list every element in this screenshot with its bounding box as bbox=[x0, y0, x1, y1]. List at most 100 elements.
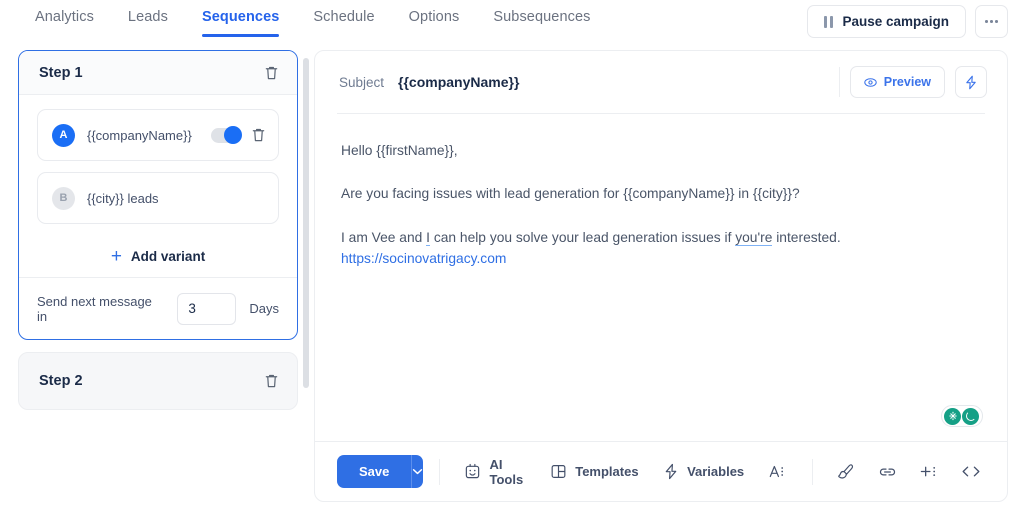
tab-analytics-label: Analytics bbox=[35, 9, 94, 25]
step-card-1[interactable]: Step 1 A {{companyName}} bbox=[18, 50, 298, 340]
variant-a-label: {{companyName}} bbox=[87, 128, 192, 143]
add-variant-label: Add variant bbox=[131, 249, 205, 264]
step-1-header: Step 1 bbox=[19, 51, 297, 95]
dots-icon-3 bbox=[995, 20, 998, 23]
dots-icon-1 bbox=[985, 20, 988, 23]
tab-subsequences-label: Subsequences bbox=[493, 9, 590, 25]
body-paragraph-2: Are you facing issues with lead generati… bbox=[341, 183, 983, 204]
ai-generate-button[interactable] bbox=[955, 66, 987, 98]
source-code-button[interactable] bbox=[953, 456, 989, 488]
tab-analytics[interactable]: Analytics bbox=[18, 9, 111, 37]
tab-options[interactable]: Options bbox=[392, 9, 477, 37]
editor-card: Subject {{companyName}} Preview bbox=[314, 50, 1008, 502]
templates-button[interactable]: Templates bbox=[541, 456, 647, 488]
variant-a-actions bbox=[211, 127, 266, 143]
main-content: Step 1 A {{companyName}} bbox=[0, 50, 1024, 521]
tab-subsequences[interactable]: Subsequences bbox=[476, 9, 607, 37]
variables-button[interactable]: Variables bbox=[654, 456, 753, 488]
grammarly-logo-icon[interactable] bbox=[962, 408, 979, 425]
dots-icon-2 bbox=[990, 20, 993, 23]
more-options-button[interactable] bbox=[975, 5, 1008, 38]
delete-step-2-icon[interactable] bbox=[264, 373, 279, 389]
save-button-group: Save bbox=[337, 455, 423, 488]
save-dropdown-button[interactable] bbox=[411, 455, 422, 488]
tab-options-label: Options bbox=[409, 9, 460, 25]
pause-campaign-button[interactable]: Pause campaign bbox=[807, 5, 966, 38]
send-delay-input[interactable] bbox=[177, 293, 236, 325]
body-p3-post: interested. bbox=[772, 230, 840, 245]
plus-more-icon bbox=[919, 463, 938, 480]
body-p3-pre: I am Vee and bbox=[341, 230, 426, 245]
variant-a-badge: A bbox=[52, 124, 75, 147]
subject-divider-vertical bbox=[839, 67, 840, 97]
save-button[interactable]: Save bbox=[337, 455, 411, 488]
email-editor-panel: Subject {{companyName}} Preview bbox=[314, 50, 1008, 521]
pause-campaign-label: Pause campaign bbox=[842, 14, 949, 29]
insert-more-button[interactable] bbox=[911, 456, 946, 488]
variant-a-toggle[interactable] bbox=[211, 128, 241, 143]
pause-icon bbox=[824, 16, 834, 28]
subject-label: Subject bbox=[339, 75, 384, 90]
code-brackets-icon bbox=[961, 464, 981, 479]
sequence-steps-sidebar: Step 1 A {{companyName}} bbox=[18, 50, 298, 521]
send-delay-label: Send next message in bbox=[37, 294, 164, 324]
toolbar-divider-2 bbox=[812, 459, 813, 485]
sidebar-scrollbar-track[interactable] bbox=[298, 50, 314, 521]
tab-leads-label: Leads bbox=[128, 9, 168, 25]
variant-row-b[interactable]: B {{city}} leads bbox=[37, 172, 279, 224]
delete-variant-a-icon[interactable] bbox=[251, 127, 266, 143]
subject-actions: Preview bbox=[839, 66, 987, 98]
grammarly-suggestion-icon[interactable] bbox=[944, 408, 961, 425]
body-p3-mid: can help you solve your lead generation … bbox=[430, 230, 735, 245]
tab-leads[interactable]: Leads bbox=[111, 9, 185, 37]
link-icon bbox=[878, 465, 897, 479]
send-delay-row: Send next message in Days bbox=[19, 277, 297, 339]
step-2-header: Step 2 bbox=[19, 353, 297, 409]
templates-label: Templates bbox=[575, 464, 638, 479]
save-label: Save bbox=[359, 464, 389, 479]
variant-b-label: {{city}} leads bbox=[87, 191, 159, 206]
step-1-variants: A {{companyName}} B {{city}} leads bbox=[19, 95, 297, 277]
grammarly-widget[interactable] bbox=[941, 405, 983, 427]
top-actions: Pause campaign bbox=[807, 0, 1008, 38]
templates-grid-icon bbox=[550, 463, 567, 480]
email-body[interactable]: Hello {{firstName}}, Are you facing issu… bbox=[315, 114, 1007, 441]
robot-icon bbox=[464, 463, 481, 480]
tab-sequences-label: Sequences bbox=[202, 9, 279, 25]
send-delay-unit: Days bbox=[249, 301, 279, 316]
subject-input[interactable]: {{companyName}} bbox=[398, 74, 519, 90]
active-tab-underline bbox=[202, 34, 279, 37]
step-card-2[interactable]: Step 2 bbox=[18, 352, 298, 410]
body-paragraph-3: I am Vee and I can help you solve your l… bbox=[341, 227, 983, 270]
sidebar-scrollbar-thumb[interactable] bbox=[303, 58, 309, 388]
delete-step-1-icon[interactable] bbox=[264, 65, 279, 81]
variant-row-a[interactable]: A {{companyName}} bbox=[37, 109, 279, 161]
text-format-button[interactable] bbox=[760, 456, 796, 488]
tab-list: Analytics Leads Sequences Schedule Optio… bbox=[18, 0, 607, 37]
insert-link-button[interactable] bbox=[870, 456, 905, 488]
ai-tools-button[interactable]: AI Tools bbox=[455, 456, 534, 488]
variables-bolt-icon bbox=[663, 463, 679, 480]
add-variant-button[interactable]: + Add variant bbox=[37, 235, 279, 277]
tab-sequences[interactable]: Sequences bbox=[185, 9, 296, 37]
chevron-down-icon bbox=[412, 468, 422, 475]
body-greeting: Hello {{firstName}}, bbox=[341, 140, 983, 161]
body-link[interactable]: https://socinovatrigacy.com bbox=[341, 251, 506, 266]
tab-schedule-label: Schedule bbox=[313, 9, 374, 25]
plus-icon: + bbox=[111, 247, 122, 266]
step-1-title: Step 1 bbox=[39, 65, 83, 81]
grammar-suggestion-2[interactable]: you're bbox=[735, 230, 772, 246]
clear-formatting-button[interactable] bbox=[828, 456, 863, 488]
preview-button[interactable]: Preview bbox=[850, 66, 945, 98]
ai-tools-label: AI Tools bbox=[489, 457, 525, 487]
preview-label: Preview bbox=[884, 75, 931, 89]
toolbar-divider-1 bbox=[439, 459, 440, 485]
brush-icon bbox=[836, 463, 855, 481]
eye-icon bbox=[864, 76, 877, 89]
lightning-bolt-icon bbox=[964, 75, 978, 90]
step-2-title: Step 2 bbox=[39, 373, 83, 389]
tab-schedule[interactable]: Schedule bbox=[296, 9, 391, 37]
top-navigation-bar: Analytics Leads Sequences Schedule Optio… bbox=[0, 0, 1024, 50]
subject-row: Subject {{companyName}} Preview bbox=[315, 51, 1007, 113]
variables-label: Variables bbox=[687, 464, 744, 479]
